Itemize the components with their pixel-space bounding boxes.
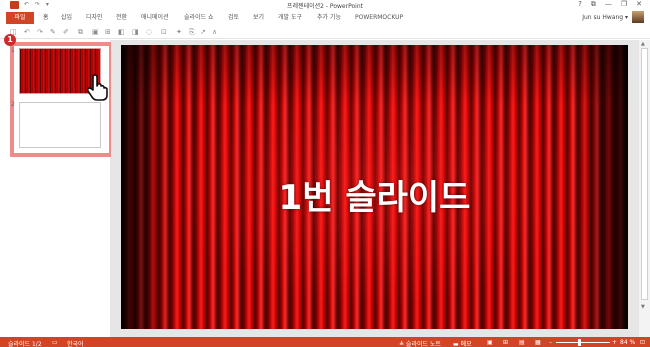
zoom-in-button[interactable]: + bbox=[612, 339, 617, 346]
pen-icon[interactable]: ✎ bbox=[50, 28, 56, 36]
language-indicator[interactable]: 한국어 bbox=[67, 339, 84, 347]
group-icon[interactable]: ⊡ bbox=[161, 28, 167, 36]
tab-developer[interactable]: 개발 도구 bbox=[278, 12, 302, 24]
step-badge: 1 bbox=[4, 34, 16, 46]
scrollbar-thumb[interactable] bbox=[641, 48, 648, 300]
spellcheck-icon[interactable]: ▭ bbox=[52, 339, 58, 346]
powerpoint-window: ↶ ↷ ▾ 프레젠테이션2 - PowerPoint ? ⧉ — ❐ ✕ 파일 … bbox=[0, 0, 650, 347]
zoom-slider-knob[interactable] bbox=[578, 339, 581, 346]
undo-icon[interactable]: ↶ bbox=[24, 28, 30, 36]
main-slide-canvas[interactable]: 1번 슬라이드 bbox=[121, 45, 628, 329]
minimize-icon[interactable]: — bbox=[605, 0, 612, 9]
reading-view-icon[interactable]: ▤ bbox=[519, 339, 525, 346]
tab-design[interactable]: 디자인 bbox=[86, 12, 103, 24]
ribbon-display-options-icon[interactable]: ⧉ bbox=[591, 0, 596, 9]
slideshow-view-icon[interactable]: ▦ bbox=[535, 339, 541, 346]
normal-view-icon[interactable]: ▣ bbox=[487, 339, 493, 346]
user-account[interactable]: Jun su Hwang ▾ bbox=[582, 14, 628, 21]
chevron-down-icon: ▾ bbox=[624, 14, 628, 21]
arrange-icon[interactable]: ◨ bbox=[132, 28, 139, 36]
ribbon-toolbar: ◫ ↶ ↷ ✎ ✐ ⧉ ▣ ⊞ ◧ ◨ ◌ ⊡ ✦ ⎘ ↗ ∧ bbox=[0, 25, 650, 39]
window-title: 프레젠테이션2 - PowerPoint bbox=[287, 3, 363, 10]
window-controls: ? ⧉ — ❐ ✕ bbox=[578, 0, 642, 9]
ribbon-tabs: 파일 홈 삽입 디자인 전환 애니메이션 슬라이드 쇼 검토 보기 개발 도구 … bbox=[0, 10, 650, 25]
status-bar: 슬라이드 1/2 ▭ 한국어 ≜ 슬라이드 노트 ▬ 메모 ▣ ⊞ ▤ ▦ – … bbox=[0, 337, 650, 347]
comments-button[interactable]: ▬ 메모 bbox=[453, 339, 472, 347]
link-icon[interactable]: ↗ bbox=[200, 28, 206, 36]
help-icon[interactable]: ? bbox=[578, 0, 582, 9]
slide-number-1: 1 bbox=[11, 47, 15, 54]
slide-number-2: 2 bbox=[11, 101, 15, 108]
highlighter-icon[interactable]: ✐ bbox=[63, 28, 69, 36]
tab-file[interactable]: 파일 bbox=[6, 12, 34, 24]
collapse-ribbon-icon[interactable]: ∧ bbox=[212, 28, 217, 36]
zoom-out-button[interactable]: – bbox=[549, 339, 552, 346]
title-bar: ↶ ↷ ▾ 프레젠테이션2 - PowerPoint ? ⧉ — ❐ ✕ bbox=[0, 0, 650, 10]
notes-button[interactable]: ≜ 슬라이드 노트 bbox=[399, 339, 441, 347]
redo-icon[interactable]: ↷ bbox=[37, 28, 43, 36]
scroll-up-icon[interactable]: ▲ bbox=[641, 41, 645, 47]
slide-title[interactable]: 1번 슬라이드 bbox=[121, 170, 628, 219]
close-icon[interactable]: ✕ bbox=[636, 0, 642, 9]
tab-animations[interactable]: 애니메이션 bbox=[141, 12, 169, 24]
zoom-slider-track[interactable] bbox=[556, 342, 610, 343]
tab-view[interactable]: 보기 bbox=[253, 12, 264, 24]
fit-slide-icon[interactable]: ⊡ bbox=[640, 339, 645, 346]
table-icon[interactable]: ⊞ bbox=[105, 28, 111, 36]
avatar[interactable] bbox=[632, 11, 644, 23]
effects-icon[interactable]: ✦ bbox=[176, 28, 182, 36]
restore-icon[interactable]: ❐ bbox=[621, 0, 627, 9]
tab-addins[interactable]: 추가 기능 bbox=[317, 12, 341, 24]
vertical-scrollbar[interactable]: ▲ ▼ bbox=[639, 40, 650, 337]
tab-slideshow[interactable]: 슬라이드 쇼 bbox=[184, 12, 214, 24]
slide-sorter-icon[interactable]: ⊞ bbox=[503, 339, 508, 346]
tab-powermockup[interactable]: POWERMOCKUP bbox=[355, 12, 403, 24]
slide-thumbnail-2[interactable] bbox=[19, 102, 101, 148]
layout-icon[interactable]: ◧ bbox=[118, 28, 125, 36]
tab-insert[interactable]: 삽입 bbox=[61, 12, 72, 24]
fill-icon[interactable]: ◌ bbox=[146, 28, 152, 36]
shape-icon[interactable]: ▣ bbox=[92, 28, 99, 36]
scroll-down-icon[interactable]: ▼ bbox=[641, 304, 645, 310]
slide-counter[interactable]: 슬라이드 1/2 bbox=[8, 339, 42, 347]
tab-transitions[interactable]: 전환 bbox=[116, 12, 127, 24]
user-name: Jun su Hwang bbox=[582, 14, 624, 21]
copy-icon[interactable]: ⧉ bbox=[78, 28, 83, 37]
tab-home[interactable]: 홈 bbox=[43, 12, 49, 24]
paste-icon[interactable]: ⎘ bbox=[189, 28, 195, 37]
tab-review[interactable]: 검토 bbox=[228, 12, 239, 24]
zoom-level[interactable]: 84 % bbox=[620, 339, 635, 346]
hand-pointer-icon bbox=[86, 74, 108, 101]
